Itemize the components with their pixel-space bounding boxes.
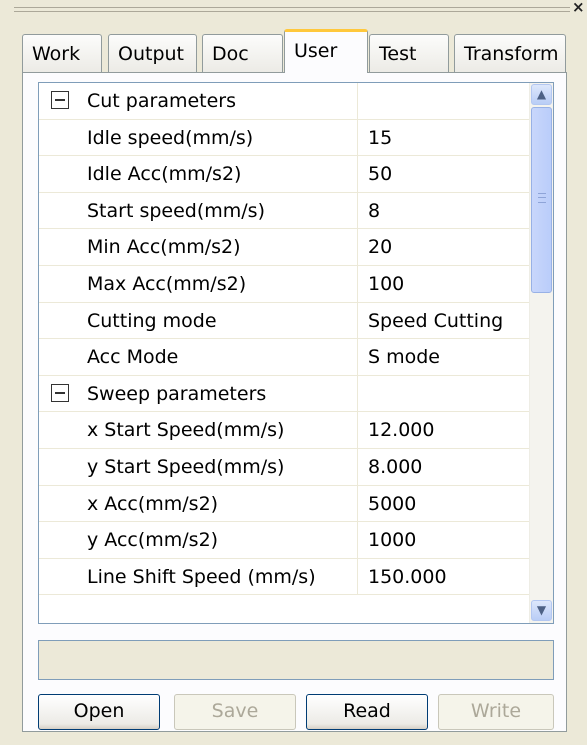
property-value — [359, 83, 531, 119]
property-value[interactable]: Speed Cutting — [359, 303, 531, 339]
property-name: x Start Speed(mm/s) — [79, 412, 358, 448]
property-value[interactable]: 15 — [359, 120, 531, 156]
property-value[interactable]: 8.000 — [359, 449, 531, 485]
property-name: Line Shift Speed (mm/s) — [79, 558, 358, 595]
tab-work[interactable]: Work — [22, 34, 102, 72]
property-value[interactable]: 150.000 — [359, 559, 531, 595]
panel-grip-bar[interactable] — [14, 6, 570, 14]
property-value[interactable]: 12.000 — [359, 412, 531, 448]
open-button[interactable]: Open — [38, 694, 160, 730]
property-row[interactable]: y Start Speed(mm/s) 8.000 — [39, 448, 531, 486]
property-name: Cutting mode — [79, 302, 358, 339]
property-row[interactable]: Acc Mode S mode — [39, 339, 531, 376]
row-gutter — [39, 412, 79, 448]
property-name: Idle Acc(mm/s2) — [79, 156, 358, 192]
scroll-down-icon[interactable]: ▼ — [531, 600, 552, 621]
property-row[interactable]: x Acc(mm/s2) 5000 — [39, 485, 531, 523]
row-gutter — [39, 303, 79, 339]
category-row[interactable]: Sweep parameters — [39, 375, 531, 413]
row-gutter — [39, 339, 79, 375]
row-gutter — [39, 83, 79, 119]
tab-output[interactable]: Output — [108, 34, 197, 72]
row-gutter — [39, 120, 79, 156]
property-row[interactable]: Cutting mode Speed Cutting — [39, 302, 531, 340]
read-button[interactable]: Read — [306, 694, 428, 730]
tab-strip: Work Output Doc User Test Transform — [22, 29, 567, 74]
scrollbar-thumb[interactable] — [531, 107, 552, 293]
property-name: y Acc(mm/s2) — [79, 522, 358, 558]
property-value[interactable]: 100 — [359, 266, 531, 302]
status-field — [38, 640, 554, 680]
tab-test[interactable]: Test — [369, 34, 449, 72]
tab-transform[interactable]: Transform — [454, 34, 566, 72]
category-row[interactable]: Cut parameters — [39, 83, 531, 120]
property-value[interactable]: 8 — [359, 193, 531, 229]
scroll-up-icon[interactable]: ▲ — [531, 84, 552, 105]
row-gutter — [39, 193, 79, 229]
row-gutter — [39, 522, 79, 558]
row-gutter — [39, 266, 79, 302]
vertical-scrollbar[interactable]: ▲ ▼ — [529, 83, 553, 623]
property-row[interactable]: Min Acc(mm/s2) 20 — [39, 229, 531, 266]
write-button[interactable]: Write — [438, 694, 554, 730]
category-label: Sweep parameters — [79, 375, 358, 412]
collapse-icon[interactable] — [51, 383, 69, 402]
row-gutter — [39, 376, 79, 412]
row-gutter — [39, 486, 79, 522]
property-name: Min Acc(mm/s2) — [79, 229, 358, 265]
property-row[interactable]: Idle speed(mm/s) 15 — [39, 119, 531, 157]
property-name: y Start Speed(mm/s) — [79, 448, 358, 485]
property-name: Idle speed(mm/s) — [79, 119, 358, 156]
property-value — [359, 376, 531, 412]
property-name: Max Acc(mm/s2) — [79, 265, 358, 302]
property-value[interactable]: 1000 — [359, 522, 531, 558]
property-grid: Cut parameters Idle speed(mm/s) 15 Idle Acc… — [38, 82, 554, 624]
property-value[interactable]: 50 — [359, 156, 531, 192]
property-row[interactable]: y Acc(mm/s2) 1000 — [39, 522, 531, 559]
save-button[interactable]: Save — [174, 694, 296, 730]
row-gutter — [39, 156, 79, 192]
property-name: Acc Mode — [79, 339, 358, 375]
close-icon[interactable]: × — [572, 0, 585, 16]
tab-doc[interactable]: Doc — [202, 34, 283, 72]
tab-user[interactable]: User — [284, 29, 368, 73]
property-grid-rows: Cut parameters Idle speed(mm/s) 15 Idle Acc… — [39, 83, 531, 596]
row-gutter — [39, 449, 79, 485]
property-row[interactable]: Max Acc(mm/s2) 100 — [39, 265, 531, 303]
property-name: Start speed(mm/s) — [79, 192, 358, 229]
collapse-icon[interactable] — [51, 91, 69, 109]
row-gutter — [39, 229, 79, 265]
property-row[interactable]: Idle Acc(mm/s2) 50 — [39, 156, 531, 193]
property-name: x Acc(mm/s2) — [79, 485, 358, 522]
property-value[interactable]: 20 — [359, 229, 531, 265]
property-row[interactable]: Start speed(mm/s) 8 — [39, 192, 531, 230]
category-label: Cut parameters — [79, 83, 358, 119]
property-row[interactable]: x Start Speed(mm/s) 12.000 — [39, 412, 531, 449]
row-gutter — [39, 559, 79, 595]
property-row[interactable]: Line Shift Speed (mm/s) 150.000 — [39, 558, 531, 596]
property-value[interactable]: 5000 — [359, 486, 531, 522]
property-value[interactable]: S mode — [359, 339, 531, 375]
